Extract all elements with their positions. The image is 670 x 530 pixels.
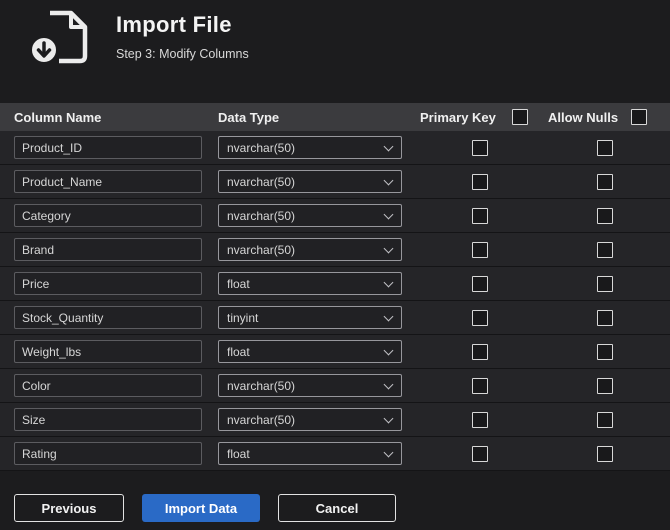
table-row: tinyint — [0, 301, 670, 335]
import-data-button[interactable]: Import Data — [142, 494, 260, 522]
column-name-input[interactable] — [14, 136, 202, 159]
table-row: float — [0, 437, 670, 471]
allow-nulls-header-label: Allow Nulls — [548, 109, 619, 125]
data-type-select[interactable]: nvarchar(50) — [218, 170, 402, 193]
allow-nulls-checkbox[interactable] — [597, 275, 613, 292]
primary-key-checkbox[interactable] — [472, 309, 488, 326]
column-name-input[interactable] — [14, 170, 202, 193]
table-row: nvarchar(50) — [0, 233, 670, 267]
allow-nulls-checkbox[interactable] — [597, 445, 613, 462]
allow-nulls-checkbox[interactable] — [597, 173, 613, 190]
column-name-input[interactable] — [14, 238, 202, 261]
chevron-down-icon — [383, 277, 394, 287]
allow-nulls-checkbox[interactable] — [597, 241, 613, 258]
column-name-input[interactable] — [14, 442, 202, 465]
chevron-down-icon — [383, 175, 394, 185]
data-type-select[interactable]: nvarchar(50) — [218, 238, 402, 261]
data-type-select[interactable]: nvarchar(50) — [218, 204, 402, 227]
data-type-value: nvarchar(50) — [227, 242, 296, 257]
chevron-down-icon — [383, 243, 394, 253]
data-type-value: nvarchar(50) — [227, 208, 296, 223]
data-type-select[interactable]: float — [218, 442, 402, 465]
table-row: nvarchar(50) — [0, 165, 670, 199]
table-row: nvarchar(50) — [0, 403, 670, 437]
data-type-value: nvarchar(50) — [227, 174, 296, 189]
allow-nulls-header: Allow Nulls — [540, 109, 670, 125]
data-type-select[interactable]: nvarchar(50) — [218, 408, 402, 431]
page-subtitle: Step 3: Modify Columns — [116, 47, 249, 61]
chevron-down-icon — [383, 447, 394, 457]
column-name-input[interactable] — [14, 340, 202, 363]
column-name-input[interactable] — [14, 272, 202, 295]
data-type-value: nvarchar(50) — [227, 140, 296, 155]
chevron-down-icon — [383, 311, 394, 321]
allow-nulls-select-all-checkbox[interactable] — [631, 109, 648, 125]
allow-nulls-checkbox[interactable] — [597, 309, 613, 326]
table-row: nvarchar(50) — [0, 199, 670, 233]
chevron-down-icon — [383, 141, 394, 151]
chevron-down-icon — [383, 413, 394, 423]
previous-button[interactable]: Previous — [14, 494, 124, 522]
data-type-value: tinyint — [227, 310, 259, 325]
table-row: float — [0, 335, 670, 369]
data-type-select[interactable]: nvarchar(50) — [218, 136, 402, 159]
allow-nulls-checkbox[interactable] — [597, 343, 613, 360]
data-type-select[interactable]: nvarchar(50) — [218, 374, 402, 397]
column-name-input[interactable] — [14, 408, 202, 431]
primary-key-header-label: Primary Key — [420, 109, 496, 125]
primary-key-checkbox[interactable] — [472, 445, 488, 462]
table-row: nvarchar(50) — [0, 131, 670, 165]
chevron-down-icon — [383, 379, 394, 389]
primary-key-checkbox[interactable] — [472, 411, 488, 428]
data-type-value: float — [227, 276, 250, 291]
import-file-icon — [29, 10, 88, 65]
table-row: float — [0, 267, 670, 301]
data-type-select[interactable]: float — [218, 272, 402, 295]
allow-nulls-checkbox[interactable] — [597, 207, 613, 224]
table-row: nvarchar(50) — [0, 369, 670, 403]
page-title: Import File — [116, 12, 232, 37]
page-header: Import File Step 3: Modify Columns — [26, 8, 249, 66]
primary-key-checkbox[interactable] — [472, 241, 488, 258]
primary-key-select-all-checkbox[interactable] — [511, 109, 528, 125]
table-body: nvarchar(50) nvarchar(50) — [0, 131, 670, 471]
data-type-value: nvarchar(50) — [227, 412, 296, 427]
cancel-button[interactable]: Cancel — [278, 494, 396, 522]
primary-key-checkbox[interactable] — [472, 207, 488, 224]
column-name-header: Column Name — [14, 109, 102, 125]
data-type-value: nvarchar(50) — [227, 378, 296, 393]
primary-key-checkbox[interactable] — [472, 377, 488, 394]
chevron-down-icon — [383, 345, 394, 355]
data-type-select[interactable]: float — [218, 340, 402, 363]
primary-key-checkbox[interactable] — [472, 275, 488, 292]
data-type-header: Data Type — [218, 109, 280, 125]
primary-key-checkbox[interactable] — [472, 343, 488, 360]
chevron-down-icon — [383, 209, 394, 219]
table-header: Column Name Data Type Primary Key Allow … — [0, 103, 670, 131]
primary-key-header: Primary Key — [420, 109, 540, 125]
column-name-input[interactable] — [14, 306, 202, 329]
column-name-input[interactable] — [14, 204, 202, 227]
data-type-value: float — [227, 446, 250, 461]
allow-nulls-checkbox[interactable] — [597, 377, 613, 394]
allow-nulls-checkbox[interactable] — [597, 139, 613, 156]
primary-key-checkbox[interactable] — [472, 139, 488, 156]
data-type-select[interactable]: tinyint — [218, 306, 402, 329]
allow-nulls-checkbox[interactable] — [597, 411, 613, 428]
column-name-input[interactable] — [14, 374, 202, 397]
primary-key-checkbox[interactable] — [472, 173, 488, 190]
data-type-value: float — [227, 344, 250, 359]
